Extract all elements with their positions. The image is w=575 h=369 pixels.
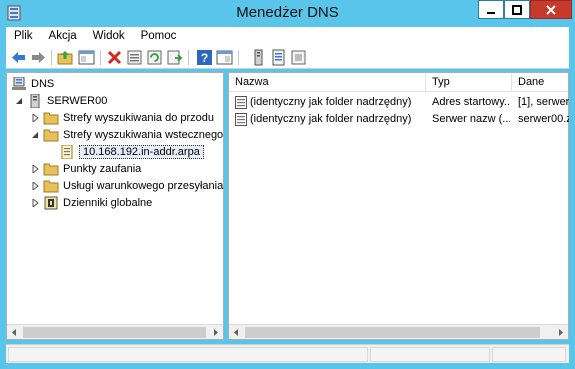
menu-pomoc[interactable]: Pomoc (133, 27, 185, 46)
scroll-left-icon[interactable] (9, 327, 20, 338)
back-arrow-icon[interactable] (10, 49, 27, 66)
tree-label-conditional-forwarders: Usługi warunkowego przesyłania (63, 180, 224, 192)
cell-name: (identyczny jak folder nadrzędny) (250, 113, 412, 125)
column-header-data[interactable]: Dane (512, 73, 570, 92)
maximize-button[interactable] (504, 0, 530, 19)
menu-plik[interactable]: Plik (6, 27, 41, 46)
cell-data: [1], serwer (518, 96, 569, 108)
cell-name: (identyczny jak folder nadrzędny) (250, 96, 412, 108)
cell-type: Serwer nazw (... (432, 113, 510, 125)
refresh-icon[interactable] (146, 49, 163, 66)
details-pane[interactable]: Nazwa Typ Dane (identyczny jak folder na… (228, 72, 569, 340)
folder-open-icon (43, 129, 59, 142)
cell-data: serwer00.z (518, 113, 569, 125)
toolbar-separator (51, 50, 52, 65)
list-header: Nazwa Typ Dane (229, 73, 568, 92)
title-bar[interactable]: Menedżer DNS (0, 0, 575, 26)
tree-label-forward-zones: Strefy wyszukiwania do przodu (63, 112, 215, 124)
tree-label-server: SERWER00 (47, 95, 108, 107)
tree-item-forward-zones[interactable]: Strefy wyszukiwania do przodu (31, 110, 214, 126)
close-button[interactable] (530, 0, 572, 19)
status-segment (8, 347, 368, 362)
dns-root-icon (12, 77, 26, 90)
tree-label-global-logs: Dzienniki globalne (63, 197, 153, 209)
tree-item-conditional-forwarders[interactable]: Usługi warunkowego przesyłania (31, 178, 223, 194)
folder-icon (43, 180, 59, 193)
folder-icon (43, 163, 59, 176)
tree-label-trust-points: Punkty zaufania (63, 163, 142, 175)
console-icon[interactable] (216, 49, 233, 66)
toolbar-separator (238, 50, 239, 65)
toolbar-separator (100, 50, 101, 65)
collapse-arrow-icon[interactable] (15, 97, 24, 106)
tree-label-zone-selected: 10.168.192.in-addr.arpa (79, 145, 204, 159)
tree-item-reverse-zones[interactable]: Strefy wyszukiwania wstecznego (31, 127, 223, 143)
svg-text:?: ? (201, 51, 208, 65)
scroll-thumb[interactable] (245, 327, 540, 338)
tree-item-trust-points[interactable]: Punkty zaufania (31, 161, 141, 177)
properties-icon[interactable] (126, 49, 143, 66)
up-folder-icon[interactable] (57, 49, 74, 66)
tree-item-server[interactable]: SERWER00 (15, 93, 107, 109)
record-icon (235, 113, 247, 126)
toolbar: ? (6, 46, 569, 69)
menu-akcja[interactable]: Akcja (41, 27, 85, 46)
toolbar-separator (188, 50, 189, 65)
export-list-icon[interactable] (166, 49, 183, 66)
scroll-thumb[interactable] (23, 327, 206, 338)
tree-item-global-logs[interactable]: Dzienniki globalne (31, 195, 152, 211)
minimize-icon (487, 11, 495, 14)
folder-icon (43, 112, 59, 125)
menu-widok[interactable]: Widok (85, 27, 133, 46)
scroll-left-icon[interactable] (231, 327, 242, 338)
close-icon (546, 4, 556, 15)
forward-arrow-icon[interactable] (30, 49, 47, 66)
tree-root-dns[interactable]: DNS (11, 76, 54, 92)
scroll-right-icon[interactable] (210, 327, 221, 338)
minimize-button[interactable] (478, 0, 504, 19)
maximize-icon (512, 4, 522, 15)
expand-arrow-icon[interactable] (31, 114, 40, 123)
tree-label-reverse-zones: Strefy wyszukiwania wstecznego (63, 129, 224, 141)
record-icon (235, 96, 247, 109)
event-log-icon (44, 196, 58, 210)
tree-item-selected-zone[interactable]: 10.168.192.in-addr.arpa (59, 144, 204, 160)
record-icon[interactable] (290, 49, 307, 66)
list-item[interactable]: (identyczny jak folder nadrzędny) Adres … (229, 94, 569, 111)
menu-bar: Plik Akcja Widok Pomoc (6, 27, 569, 46)
status-segment (370, 347, 490, 362)
list-item[interactable]: (identyczny jak folder nadrzędny) Serwer… (229, 111, 569, 128)
expand-arrow-icon[interactable] (31, 165, 40, 174)
dns-manager-window: Menedżer DNS Plik Akcja Widok Pomoc ? DN… (0, 0, 575, 369)
collapse-arrow-icon[interactable] (31, 131, 40, 140)
column-header-type[interactable]: Typ (426, 73, 512, 92)
status-bar (6, 344, 569, 363)
delete-icon[interactable] (106, 49, 123, 66)
expand-arrow-icon[interactable] (31, 199, 40, 208)
zone-list-icon[interactable] (270, 49, 287, 66)
column-header-name[interactable]: Nazwa (229, 73, 426, 92)
server-icon (30, 94, 40, 108)
cell-type: Adres startowy... (432, 96, 510, 108)
console-tree-pane[interactable]: DNS SERWER00 Strefy wyszukiwania do przo… (6, 72, 224, 340)
server-icon[interactable] (250, 49, 267, 66)
help-icon[interactable]: ? (196, 49, 213, 66)
show-hide-tree-icon[interactable] (78, 49, 95, 66)
expand-arrow-icon[interactable] (31, 182, 40, 191)
tree-horizontal-scrollbar[interactable] (7, 324, 223, 339)
list-horizontal-scrollbar[interactable] (229, 324, 568, 339)
status-segment (492, 347, 566, 362)
scroll-right-icon[interactable] (555, 327, 566, 338)
tree-label-dns: DNS (31, 78, 55, 90)
zone-file-icon (61, 145, 73, 159)
